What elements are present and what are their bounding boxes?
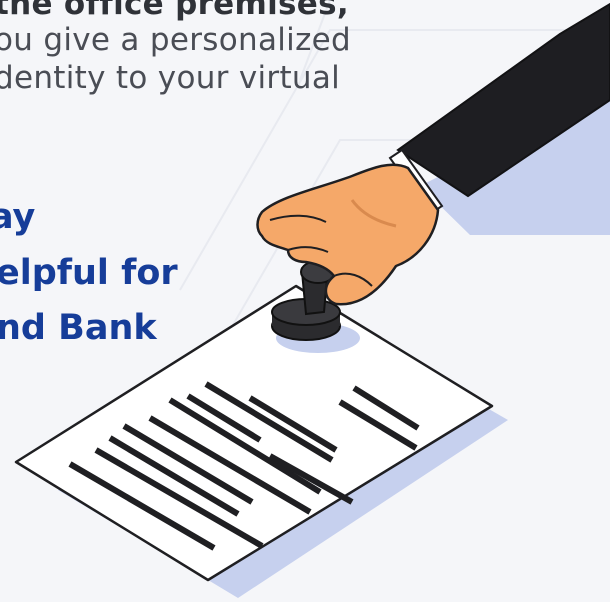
hand xyxy=(256,163,440,306)
hand-stamping-document-illustration xyxy=(14,2,610,598)
